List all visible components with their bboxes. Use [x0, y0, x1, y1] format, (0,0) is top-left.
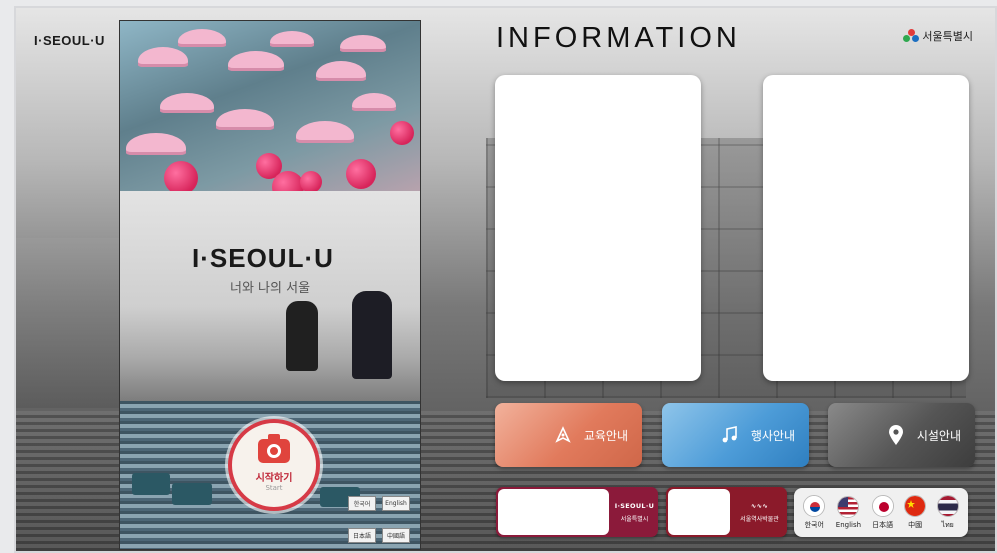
kiosk-screen: I·SEOUL·U I·SEOUL·U 너와 나의 서울 한국어 English…: [14, 6, 997, 553]
lang-label: 中國: [908, 521, 923, 529]
korea-flag-icon: [803, 495, 826, 517]
education-info-label: 교육안내: [583, 428, 628, 443]
info-panel-right[interactable]: [763, 75, 969, 381]
japan-flag-icon: [871, 495, 894, 517]
person-figure: [286, 301, 318, 371]
city-logo-text: 서울특별시: [922, 30, 973, 43]
umbrella: [216, 109, 274, 130]
language-selector: 한국어 English 日本語 中國 ไทย: [794, 488, 968, 537]
seoul-city-logo: 서울특별시: [903, 28, 973, 44]
event-info-label: 행사안내: [750, 428, 795, 443]
lang-label: ไทย: [941, 520, 954, 529]
umbrella: [178, 29, 226, 47]
umbrella: [352, 93, 396, 111]
start-button[interactable]: 시작하기 Start: [228, 419, 320, 511]
seoul-mark-icon: [903, 29, 920, 43]
banner-brand: I·SEOUL·U: [614, 501, 655, 510]
umbrella: [316, 61, 366, 81]
mini-lang-button: 中國語: [382, 528, 410, 543]
lang-japanese[interactable]: 日本語: [871, 495, 894, 530]
map-pin-icon: [885, 424, 907, 446]
start-sub-label: Start: [265, 483, 283, 492]
banner-name: 서울역사박물관: [740, 515, 779, 523]
event-info-button[interactable]: 행사안내: [662, 403, 809, 467]
iseoulu-sign-photo: I·SEOUL·U 너와 나의 서울: [120, 191, 420, 401]
umbrella: [296, 121, 354, 143]
page-title: INFORMATION: [496, 22, 741, 54]
umbrella: [160, 93, 214, 113]
seoul-city-banner[interactable]: I·SEOUL·U 서울특별시: [496, 487, 658, 537]
balloon: [300, 171, 322, 193]
photo-strip: I·SEOUL·U 너와 나의 서울 한국어 English 日本語 中國語 시…: [119, 20, 421, 550]
history-museum-banner[interactable]: ∿∿∿ 서울역사박물관: [666, 487, 787, 537]
lang-label: 日本語: [872, 521, 894, 529]
umbrella: [126, 133, 186, 155]
lang-label: English: [835, 521, 862, 529]
lang-thai[interactable]: ไทย: [936, 494, 959, 531]
museum-logo-icon: ∿∿∿: [750, 501, 769, 510]
banner-blank-area: [668, 489, 730, 535]
umbrella: [228, 51, 284, 71]
lang-english[interactable]: English: [836, 496, 861, 529]
pen-nib-icon: [552, 424, 574, 446]
china-flag-icon: [904, 495, 927, 517]
mini-lang-button: English: [382, 496, 410, 511]
facility-info-label: 시설안내: [916, 428, 961, 443]
usa-flag-icon: [837, 496, 860, 518]
thailand-flag-icon: [936, 494, 959, 517]
photo-sign-text: I·SEOUL·U: [192, 243, 334, 273]
balloon: [164, 161, 198, 195]
music-note-icon: [719, 424, 741, 446]
photo-sub-text: 너와 나의 서울: [230, 281, 311, 296]
mini-lang-button: 한국어: [348, 496, 376, 511]
umbrella-photo: [120, 21, 420, 203]
camera-icon: [258, 433, 290, 463]
iseoulu-logo: I·SEOUL·U: [34, 33, 105, 48]
info-panel-left[interactable]: [495, 75, 701, 381]
person-figure: [352, 291, 392, 379]
banner-blank-area: [498, 489, 609, 535]
umbrella: [138, 47, 188, 67]
umbrella: [340, 35, 386, 52]
education-info-button[interactable]: 교육안내: [495, 403, 642, 467]
balloon: [390, 121, 414, 145]
lang-label: 한국어: [804, 521, 824, 529]
mini-lang-button: 日本語: [348, 528, 376, 543]
start-label: 시작하기: [255, 472, 293, 484]
umbrella: [270, 31, 314, 47]
lang-korean[interactable]: 한국어: [803, 495, 826, 530]
balloon: [346, 159, 376, 189]
background-building: [16, 238, 121, 408]
stepping-stone: [172, 483, 212, 505]
facility-info-button[interactable]: 시설안내: [828, 403, 975, 467]
banner-name: 서울특별시: [620, 515, 649, 523]
stepping-stone: [132, 473, 170, 495]
lang-chinese[interactable]: 中國: [904, 495, 927, 530]
